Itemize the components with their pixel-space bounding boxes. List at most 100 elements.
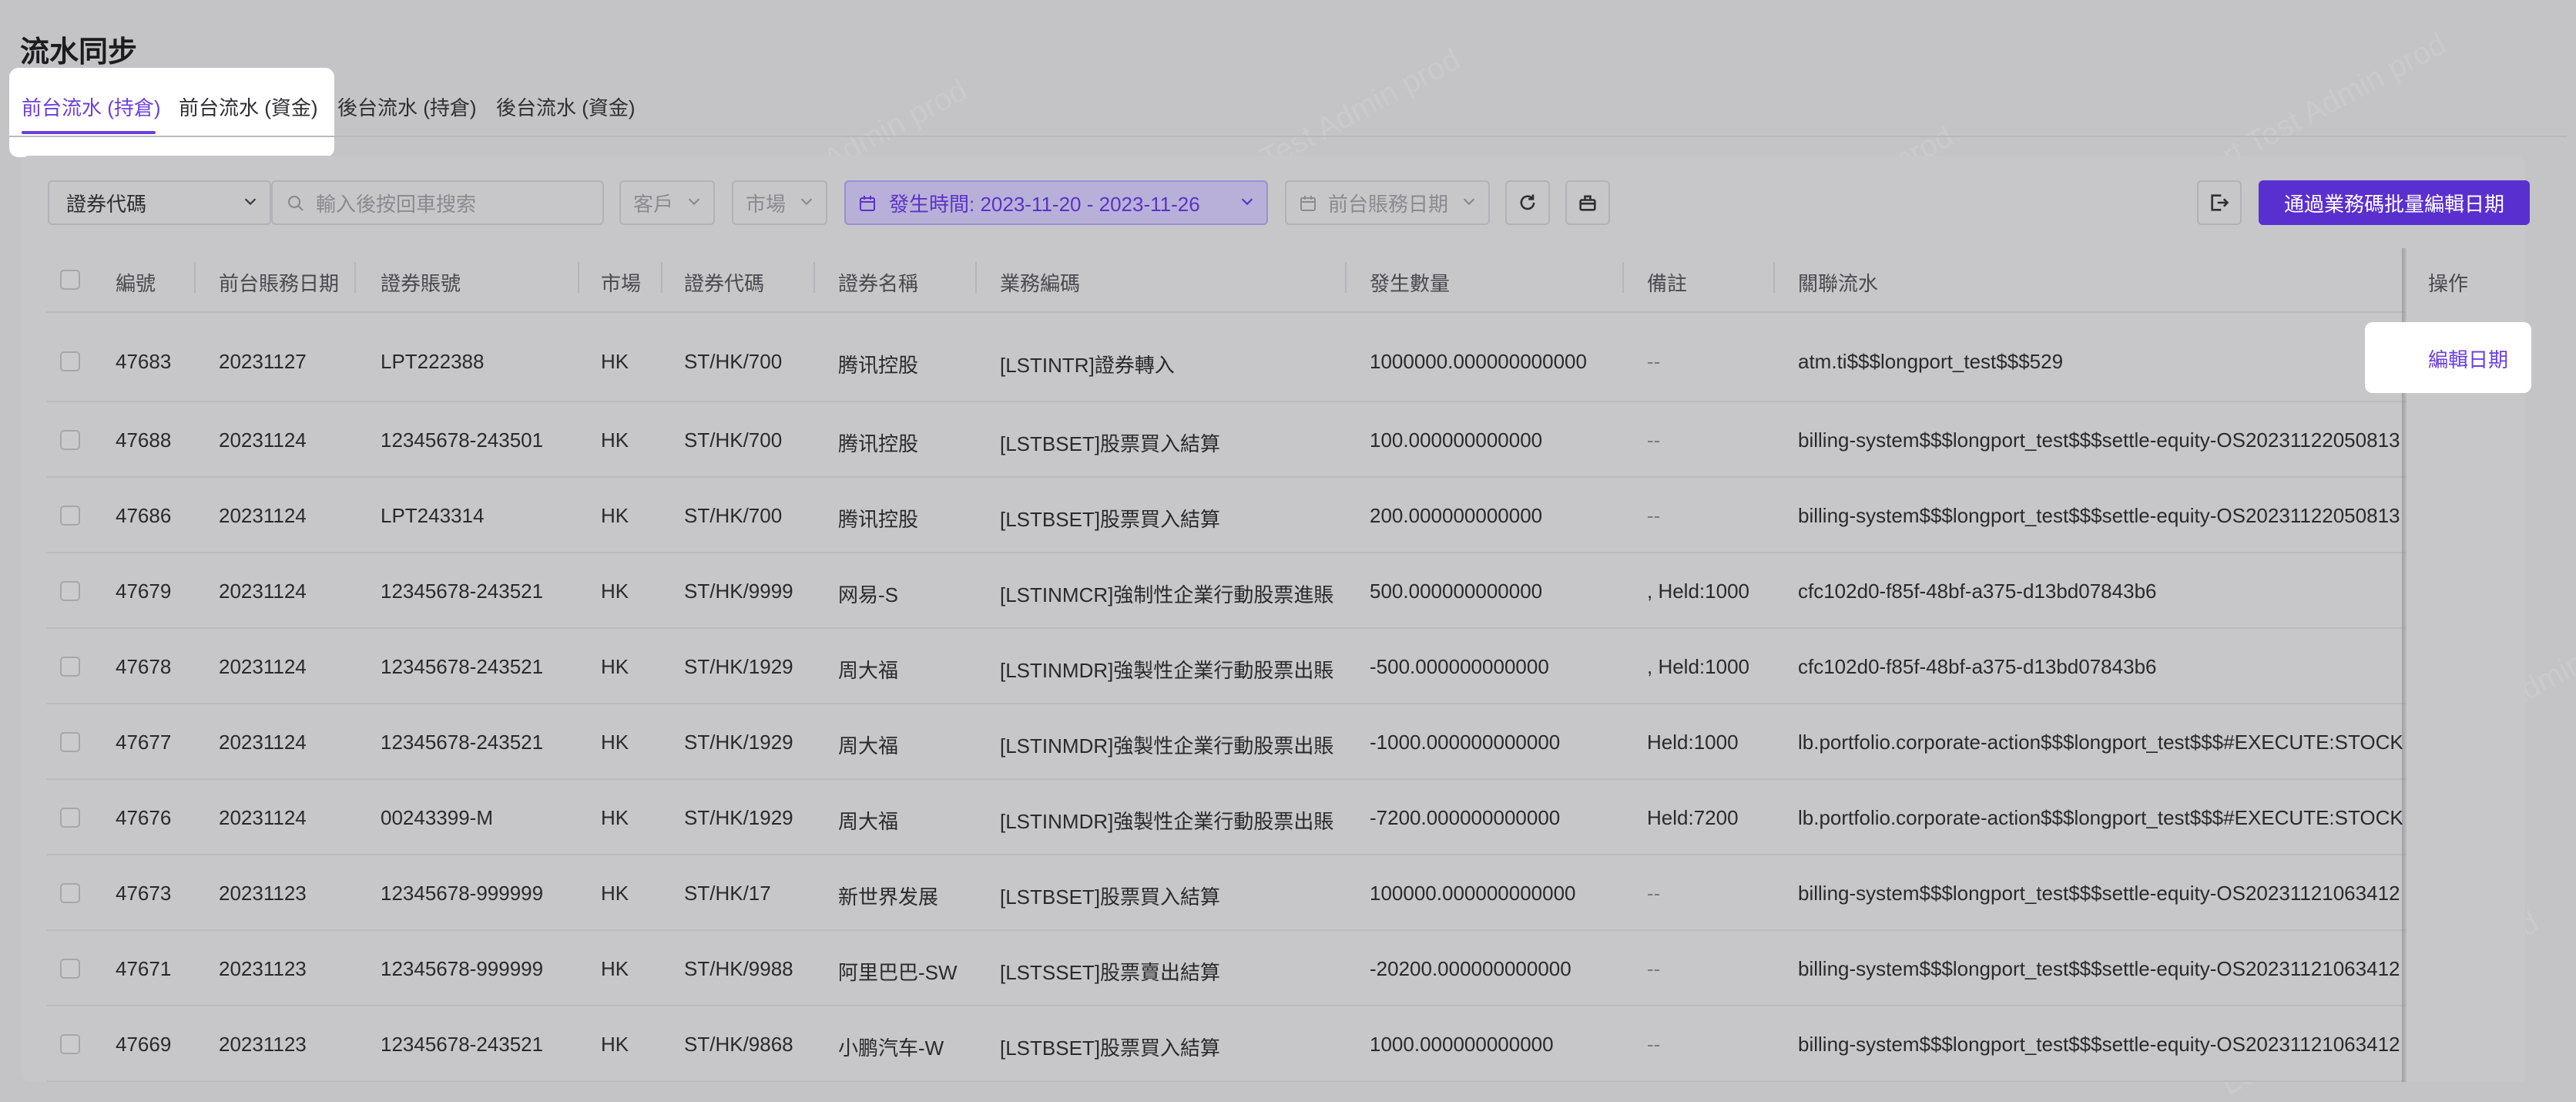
row-checkbox[interactable]: [60, 808, 80, 828]
cell-name: 腾讯控股: [838, 508, 919, 531]
col-header-market: 市場: [601, 272, 642, 295]
cell-id: 47669: [116, 1033, 172, 1056]
cell-name: 腾讯控股: [838, 432, 919, 455]
table-row: 47677 20231124 12345678-243521 HK ST/HK/1929…: [46, 704, 2525, 780]
row-checkbox[interactable]: [60, 1034, 80, 1054]
chevron-down-icon: [688, 198, 700, 206]
cell-qty: -20200.000000000000: [1370, 957, 1571, 980]
page-title: 流水同步: [20, 36, 138, 69]
cell-note: , Held:1000: [1647, 580, 1749, 603]
tab-front-funds[interactable]: 前台流水 (資金): [179, 92, 318, 121]
cell-code: ST/HK/1929: [684, 655, 793, 678]
row-checkbox[interactable]: [60, 732, 80, 752]
row-checkbox[interactable]: [60, 581, 80, 601]
row-checkbox[interactable]: [60, 959, 80, 979]
export-button[interactable]: [2197, 180, 2242, 225]
chevron-down-icon: [244, 198, 257, 206]
cell-market: HK: [601, 731, 629, 754]
tab-back-holdings[interactable]: 後台流水 (持倉): [337, 92, 477, 121]
cell-account: LPT222388: [381, 350, 485, 373]
cell-date: 20231124: [219, 806, 307, 829]
cell-note: --: [1647, 882, 1661, 905]
clear-filter-button[interactable]: [1565, 180, 1610, 225]
chevron-down-icon: [800, 198, 813, 206]
refresh-button[interactable]: [1505, 180, 1550, 225]
export-icon: [2211, 194, 2229, 211]
security-type-select[interactable]: 證券代碼: [48, 180, 271, 225]
row-checkbox[interactable]: [60, 506, 80, 526]
cell-qty: 500.000000000000: [1370, 580, 1543, 603]
market-label: 市場: [746, 192, 787, 216]
col-header-note: 備註: [1647, 272, 1688, 295]
cell-date: 20231127: [219, 350, 307, 373]
row-checkbox[interactable]: [60, 351, 80, 371]
cell-biz: [LSTINMCR]強制性企業行動股票進賬: [1000, 583, 1334, 606]
select-all-checkbox[interactable]: [60, 270, 80, 290]
security-type-label: 證券代碼: [66, 192, 147, 216]
cell-biz: [LSTINMDR]強製性企業行動股票出賬: [1000, 659, 1334, 682]
cell-code: ST/HK/9999: [684, 580, 793, 603]
cell-market: HK: [601, 1033, 629, 1056]
market-select[interactable]: 市場: [732, 180, 827, 225]
front-date-picker[interactable]: 前台賬務日期: [1285, 180, 1490, 225]
table-row: 47676 20231124 00243399-M HK ST/HK/1929 周大福 [L…: [46, 780, 2525, 855]
col-header-related: 關聯流水: [1798, 272, 1879, 295]
table-row: 47678 20231124 12345678-243521 HK ST/HK/1929…: [46, 629, 2525, 704]
cell-date: 20231124: [219, 428, 307, 452]
cell-name: 周大福: [838, 659, 899, 682]
cell-id: 47676: [116, 806, 172, 829]
cell-code: ST/HK/1929: [684, 731, 793, 754]
cell-account: 12345678-999999: [381, 882, 544, 905]
cell-related: billing-system$$$longport_test$$$settle-…: [1798, 882, 2400, 905]
cell-related: atm.ti$$$longport_test$$$529: [1798, 350, 2064, 373]
edit-date-link[interactable]: 編輯日期: [2428, 344, 2508, 373]
cell-date: 20231124: [219, 731, 307, 754]
tab-front-holdings[interactable]: 前台流水 (持倉): [22, 92, 161, 121]
cell-account: 12345678-243501: [381, 428, 544, 452]
date-range-picker[interactable]: 發生時間: 2023-11-20 - 2023-11-26: [844, 180, 1268, 225]
table-row: 47688 20231124 12345678-243501 HK ST/HK/700 腾…: [46, 402, 2525, 478]
cell-biz: [LSTBSET]股票買入結算: [1000, 1036, 1221, 1060]
col-header-quantity: 發生數量: [1370, 272, 1451, 295]
cell-date: 20231123: [219, 1033, 307, 1056]
cell-market: HK: [601, 504, 629, 527]
cell-note: --: [1647, 504, 1661, 527]
cell-qty: 1000.000000000000: [1370, 1033, 1554, 1056]
cell-name: 小鹏汽车-W: [838, 1036, 944, 1060]
customer-select[interactable]: 客戶: [619, 180, 715, 225]
cell-note: --: [1647, 957, 1661, 980]
cell-note: Held:1000: [1647, 731, 1739, 754]
cell-name: 网易-S: [838, 583, 899, 606]
cell-date: 20231124: [219, 580, 307, 603]
front-date-label: 前台賬務日期: [1328, 192, 1449, 216]
row-checkbox[interactable]: [60, 657, 80, 677]
batch-edit-date-button[interactable]: 通過業務碼批量編輯日期: [2259, 180, 2530, 225]
cell-note: , Held:1000: [1647, 655, 1749, 678]
clear-filter-icon: [1579, 195, 1596, 211]
cell-date: 20231123: [219, 957, 307, 980]
table-row: 47686 20231124 LPT243314 HK ST/HK/700 腾讯控股 [LS…: [46, 478, 2525, 553]
cell-id: 47671: [116, 957, 172, 980]
cell-note: --: [1647, 1033, 1661, 1056]
cell-qty: 200.000000000000: [1370, 504, 1543, 527]
column-separator: [1345, 262, 1347, 293]
cell-account: 00243399-M: [381, 806, 493, 829]
calendar-icon: [1300, 196, 1316, 211]
search-input[interactable]: 輸入後按回車搜索: [271, 180, 604, 225]
cell-qty: 1000000.000000000000: [1370, 350, 1587, 373]
cell-market: HK: [601, 806, 629, 829]
cell-account: 12345678-243521: [381, 731, 544, 754]
refresh-icon: [1520, 194, 1535, 210]
cell-market: HK: [601, 580, 629, 603]
cell-qty: -500.000000000000: [1370, 655, 1549, 678]
table-row: 47671 20231123 12345678-999999 HK ST/HK/9988…: [46, 931, 2525, 1006]
column-separator: [813, 262, 815, 293]
cell-related: billing-system$$$longport_test$$$settle-…: [1798, 1033, 2400, 1056]
column-separator: [578, 262, 579, 293]
col-header-code: 證券代碼: [684, 272, 765, 295]
row-checkbox[interactable]: [60, 430, 80, 450]
table-row: 47673 20231123 12345678-999999 HK ST/HK/17 新世…: [46, 855, 2525, 931]
row-checkbox[interactable]: [60, 883, 80, 903]
cell-name: 新世界发展: [838, 885, 939, 909]
tab-back-funds[interactable]: 後台流水 (資金): [496, 92, 636, 121]
